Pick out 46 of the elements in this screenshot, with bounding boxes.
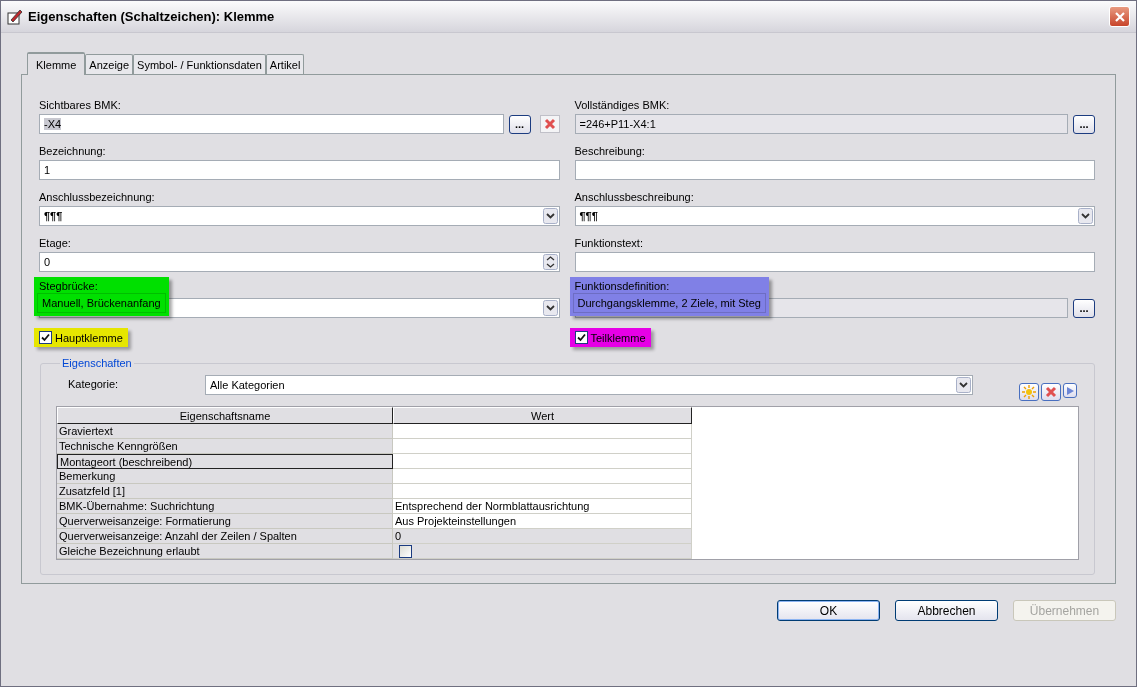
tab[interactable]: Artikel — [265, 54, 305, 74]
dropdown[interactable]: ¶¶¶ — [574, 206, 1095, 226]
field-label: Anschlussbezeichnung: — [39, 190, 156, 205]
field-label: Funktionstext: — [574, 236, 644, 251]
table-cell[interactable]: Technische Kenngrößen — [57, 439, 393, 454]
table-cell[interactable]: Querverweisanzeige: Anzahl der Zeilen / Spalten — [57, 529, 393, 544]
checkbox-label: Hauptklemme — [55, 331, 123, 344]
column-header[interactable]: Eigenschaftsname — [57, 407, 393, 424]
table-cell[interactable]: Zusatzfeld [1] — [57, 484, 393, 499]
table-cell[interactable]: Entsprechend der Normblattausrichtung — [393, 499, 692, 514]
callout-label: Stegbrücke: — [38, 279, 99, 293]
callout-label: Funktionsdefinition: — [573, 279, 671, 293]
table-cell[interactable]: Graviertext — [57, 424, 393, 439]
field-label: Anschlussbeschreibung: — [574, 190, 695, 205]
input-field[interactable]: -X4 — [39, 114, 504, 134]
field-label: Sichtbares BMK: — [39, 98, 122, 113]
dialog-button[interactable]: OK — [777, 600, 880, 621]
tab[interactable]: Klemme — [27, 52, 86, 75]
field-label: Etage: — [39, 236, 72, 251]
field-label: Vollständiges BMK: — [574, 98, 671, 113]
checkbox-label: Teilklemme — [590, 331, 646, 344]
dropdown[interactable]: ¶¶¶ — [39, 206, 560, 226]
group-title: Eigenschaften — [61, 357, 133, 369]
input-field[interactable]: =246+P11-X4:1 — [574, 114, 1068, 134]
table-cell[interactable]: BMK-Übernahme: Suchrichtung — [57, 499, 393, 514]
browse-button[interactable]: ... — [1073, 298, 1095, 318]
field-label: Beschreibung: — [574, 144, 646, 159]
column-header[interactable]: Wert — [393, 407, 692, 424]
callout-value: Manuell, Brückenanfang — [37, 293, 166, 313]
tab[interactable]: Anzeige — [85, 54, 134, 74]
table-cell[interactable]: Querverweisanzeige: Formatierung — [57, 514, 393, 529]
table-cell[interactable]: Gleiche Bezeichnung erlaubt — [57, 544, 393, 559]
browse-button[interactable]: ... — [508, 114, 531, 134]
browse-button[interactable]: ... — [1073, 114, 1095, 134]
table-cell[interactable]: Bemerkung — [57, 469, 393, 484]
callout-value: Durchgangsklemme, 2 Ziele, mit Steg — [572, 293, 766, 313]
window-title: Eigenschaften (Schaltzeichen): Klemme — [28, 9, 276, 24]
tab[interactable]: Symbol- / Funktionsdaten — [133, 54, 266, 74]
table-cell[interactable]: 0 — [393, 529, 692, 544]
category-dropdown[interactable]: Alle Kategorien — [205, 375, 973, 395]
number-field[interactable]: 0 — [39, 252, 560, 272]
category-label: Kategorie: — [67, 377, 120, 390]
dialog-button[interactable]: Abbrechen — [895, 600, 998, 621]
input-field[interactable]: 1 — [39, 160, 560, 180]
field-label: Bezeichnung: — [39, 144, 107, 159]
table-cell[interactable]: Montageort (beschreibend) — [57, 454, 393, 469]
